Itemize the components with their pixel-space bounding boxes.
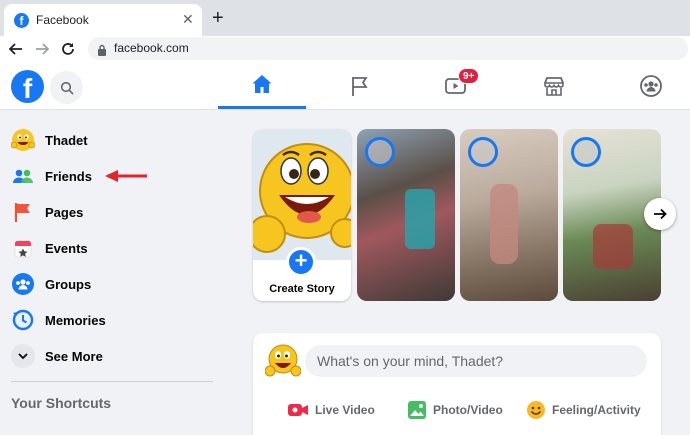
clock-icon bbox=[11, 308, 35, 332]
forward-arrow-icon[interactable] bbox=[31, 38, 53, 60]
sidebar-item-profile[interactable]: Thadet bbox=[8, 123, 208, 157]
avatar bbox=[365, 137, 395, 167]
sidebar-divider bbox=[11, 381, 213, 382]
sidebar-item-label: Memories bbox=[45, 312, 106, 328]
calendar-icon bbox=[11, 236, 35, 260]
sidebar-item-events[interactable]: Events bbox=[8, 231, 208, 265]
new-tab-button[interactable]: + bbox=[212, 6, 224, 30]
profile-photo bbox=[253, 129, 351, 260]
browser-toolbar: facebook.com bbox=[0, 36, 690, 62]
store-icon bbox=[544, 76, 564, 96]
arrow-right-icon bbox=[654, 208, 667, 220]
avatar[interactable] bbox=[264, 343, 302, 379]
sidebar-item-label: Friends bbox=[45, 168, 92, 184]
feeling-activity-button[interactable]: Feeling/Activity bbox=[526, 399, 641, 421]
facebook-logo-icon[interactable]: f bbox=[11, 70, 44, 103]
create-story-label: Create Story bbox=[269, 283, 335, 295]
feeling-icon bbox=[527, 401, 545, 419]
flag-icon bbox=[11, 200, 35, 224]
action-label: Photo/Video bbox=[433, 403, 503, 417]
avatar bbox=[468, 137, 498, 167]
action-label: Feeling/Activity bbox=[552, 403, 641, 417]
groups-icon bbox=[11, 272, 35, 296]
story-card[interactable] bbox=[357, 129, 455, 301]
close-icon[interactable]: ✕ bbox=[182, 11, 194, 27]
browser-tab[interactable]: f Facebook ✕ bbox=[4, 4, 202, 36]
tab-title: Facebook bbox=[36, 13, 89, 27]
sidebar-item-pages[interactable]: Pages bbox=[8, 195, 208, 229]
sidebar-item-groups[interactable]: Groups bbox=[8, 267, 208, 301]
story-card[interactable] bbox=[460, 129, 558, 301]
nav-tab-watch[interactable]: 9+ bbox=[412, 62, 500, 109]
nav-tab-groups[interactable] bbox=[607, 62, 690, 109]
see-more-button[interactable]: See More bbox=[8, 339, 208, 373]
post-composer: Live Video Photo/Video Feeling/Activity bbox=[253, 333, 661, 435]
sidebar-item-label: Thadet bbox=[45, 132, 88, 148]
add-story-button[interactable]: + bbox=[286, 247, 316, 277]
sidebar-item-label: Events bbox=[45, 240, 88, 256]
lock-icon bbox=[97, 43, 107, 61]
back-arrow-icon[interactable] bbox=[5, 38, 27, 60]
address-bar[interactable]: facebook.com bbox=[88, 37, 688, 60]
facebook-header: f 9+ bbox=[0, 62, 690, 110]
search-button[interactable] bbox=[50, 71, 83, 104]
action-label: Live Video bbox=[315, 403, 375, 417]
photo-video-button[interactable]: Photo/Video bbox=[407, 399, 503, 421]
status-input[interactable] bbox=[305, 345, 647, 377]
groups-icon bbox=[640, 74, 662, 97]
sidebar-item-friends[interactable]: Friends bbox=[8, 159, 208, 193]
browser-tabstrip: f Facebook ✕ + bbox=[0, 0, 690, 36]
photo-icon bbox=[408, 401, 426, 419]
facebook-favicon-icon: f bbox=[14, 13, 29, 28]
live-video-button[interactable]: Live Video bbox=[287, 399, 375, 421]
notification-badge: 9+ bbox=[458, 68, 480, 84]
nav-tab-home[interactable] bbox=[218, 62, 306, 109]
annotation-arrow bbox=[104, 170, 147, 182]
nav-tab-pages[interactable] bbox=[316, 62, 404, 109]
home-icon bbox=[252, 75, 272, 93]
chevron-down-icon bbox=[11, 344, 35, 368]
reload-icon[interactable] bbox=[57, 38, 79, 60]
create-story-card[interactable]: + Create Story bbox=[253, 129, 351, 301]
search-icon bbox=[60, 81, 74, 95]
flag-icon bbox=[352, 76, 368, 96]
avatar bbox=[571, 137, 601, 167]
live-video-icon bbox=[288, 404, 308, 416]
friends-icon bbox=[11, 164, 35, 188]
sidebar-item-label: Groups bbox=[45, 276, 92, 292]
sidebar-item-memories[interactable]: Memories bbox=[8, 303, 208, 337]
stories-next-button[interactable] bbox=[644, 198, 676, 230]
url-text: facebook.com bbox=[114, 41, 189, 55]
nav-tab-marketplace[interactable] bbox=[510, 62, 598, 109]
sidebar-item-label: See More bbox=[45, 348, 103, 364]
avatar bbox=[11, 128, 35, 152]
sidebar-item-label: Pages bbox=[45, 204, 84, 220]
shortcuts-heading: Your Shortcuts bbox=[11, 395, 112, 411]
